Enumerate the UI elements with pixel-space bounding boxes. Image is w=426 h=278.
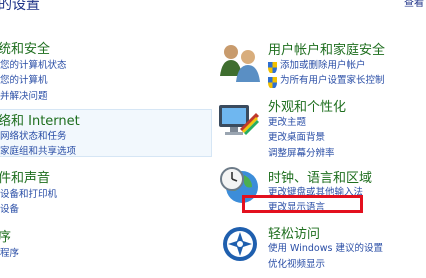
category-hardware[interactable]: 件和声音: [0, 167, 50, 186]
view-by-label[interactable]: 查看: [404, 0, 424, 9]
appearance-icon[interactable]: [216, 99, 260, 143]
category-programs[interactable]: 序: [0, 226, 11, 245]
link-optimize-visual-display[interactable]: 优化视频显示: [268, 256, 325, 270]
highlight-box: [242, 195, 363, 213]
link-security-2[interactable]: 您的计算机: [0, 72, 48, 86]
link-recommended-settings[interactable]: 使用 Windows 建议的设置: [268, 240, 383, 254]
category-system-security[interactable]: 统和安全: [0, 38, 50, 57]
category-network[interactable]: 络和 Internet: [0, 110, 80, 129]
category-appearance[interactable]: 外观和个性化: [268, 96, 346, 115]
link-security-3[interactable]: 并解决问题: [0, 88, 48, 102]
link-add-remove-users[interactable]: 添加或删除用户帐户: [280, 57, 366, 71]
uac-shield-icon: [268, 58, 277, 73]
link-security-1[interactable]: 您的计算机状态: [0, 57, 67, 71]
link-network-2[interactable]: 家庭组和共享选项: [0, 143, 76, 157]
link-parental-controls[interactable]: 为所有用户设置家长控制: [280, 72, 385, 86]
users-icon[interactable]: [218, 40, 262, 84]
link-change-theme[interactable]: 更改主题: [268, 114, 306, 128]
link-change-desktop-background[interactable]: 更改桌面背景: [268, 129, 325, 143]
uac-shield-icon: [268, 73, 277, 88]
ease-of-access-icon[interactable]: [218, 222, 262, 266]
page-title: 的设置: [0, 0, 40, 13]
link-programs-1[interactable]: 程序: [0, 245, 19, 259]
link-hardware-1[interactable]: 设备和打印机: [0, 186, 57, 200]
link-hardware-2[interactable]: 设备: [0, 201, 19, 215]
category-users[interactable]: 用户帐户和家庭安全: [268, 39, 385, 58]
link-adjust-resolution[interactable]: 调整屏幕分辨率: [268, 145, 335, 159]
link-network-1[interactable]: 网络状态和任务: [0, 128, 67, 142]
